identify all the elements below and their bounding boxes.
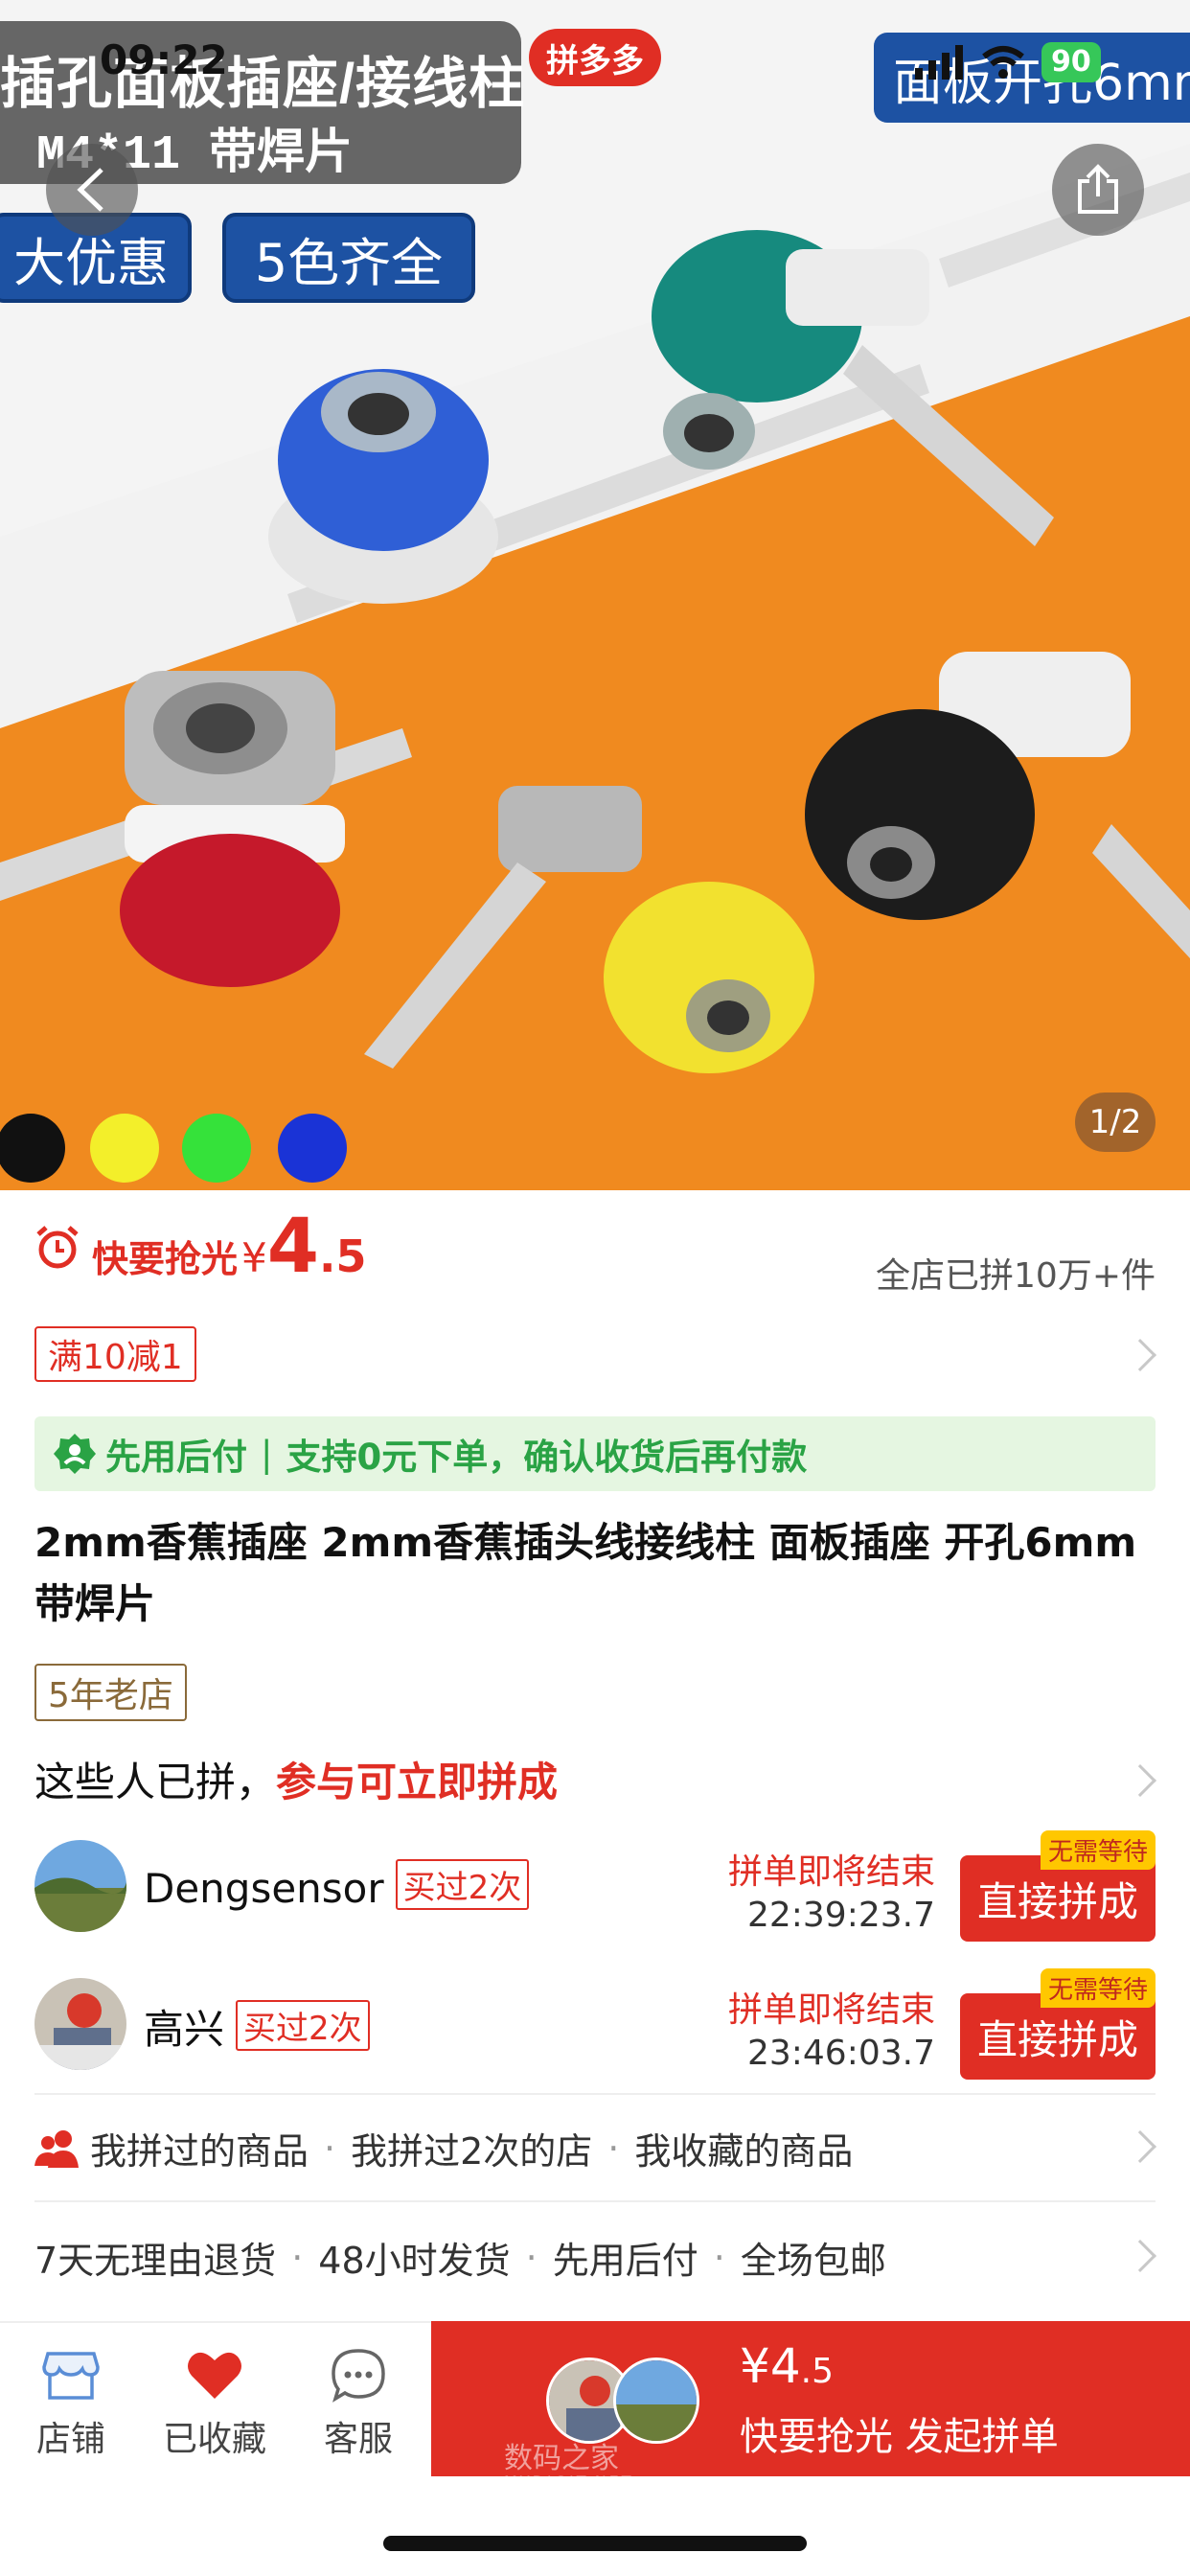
alarm-clock-icon [36,1226,79,1269]
link-my-favorites[interactable]: 我收藏的商品 [634,2122,853,2174]
status-icons: 90 [915,42,1101,82]
cta-currency: ¥ [740,2338,770,2394]
store-icon [42,2352,100,2400]
color-swatch-green [182,1114,251,1183]
tab-store-label: 店铺 [35,2420,105,2459]
group-heading[interactable]: 这些人已拼，参与可立即拼成 [34,1750,558,1808]
pay-later-badge-icon [54,1434,96,1474]
chevron-left-icon [77,168,103,212]
group-countdown: 22:39:23.7 [746,1896,935,1935]
cta-price-decimal: .5 [800,2352,834,2391]
group-heading-text: 这些人已拼， [34,1759,277,1806]
cta-price-integer: 4 [769,2338,801,2394]
link-my-grouped-items[interactable]: 我拼过的商品 [90,2122,309,2174]
group-heading-highlight: 参与可立即拼成 [276,1759,559,1806]
group-user-name: 高兴 买过2次 [144,1997,370,2056]
no-wait-badge: 无需等待 [1040,1830,1156,1870]
tab-service[interactable]: 客服 [291,2344,425,2461]
history-links-row[interactable]: 我拼过的商品 · 我拼过2次的店 · 我收藏的商品 [34,2122,853,2174]
pay-later-title: 先用后付 [105,1437,247,1478]
price-integer: 4 [266,1204,320,1290]
tab-favorited-label: 已收藏 [162,2420,266,2459]
watermark: 数码之家 MYDIGIT.NET [504,2442,634,2491]
group-entry: Dengsensor 买过2次 拼单即将结束 22:39:23.7 直接拼成 无需… [34,1830,1156,1942]
tab-favorited[interactable]: 已收藏 [148,2344,282,2461]
product-title: 2mm香蕉插座 2mm香蕉插头线接线柱 面板插座 开孔6mm带焊片 [34,1519,1137,1627]
price-label: 快要抢光 [92,1238,239,1280]
ad-pill-colors: 5色齐全 [222,213,475,303]
service-pay-later: 先用后付 [552,2240,698,2282]
tab-service-label: 客服 [323,2420,393,2459]
coupon-tag[interactable]: 满10减1 [34,1326,196,1382]
service-shipping: 48小时发货 [318,2240,511,2282]
price-decimal: .5 [319,1230,367,1282]
home-indicator [383,2536,807,2551]
no-wait-badge: 无需等待 [1040,1968,1156,2008]
price-row: 快要抢光 ¥ 4 .5 [34,1209,367,1286]
avatar [613,2358,699,2444]
cta-label: 快要抢光 发起拼单 [740,2415,1059,2459]
color-swatch-yellow [90,1114,159,1183]
group-user-name: Dengsensor 买过2次 [144,1859,530,1912]
divider [34,2093,1156,2095]
group-countdown: 23:46:03.7 [746,2034,935,2073]
bought-times-tag: 买过2次 [236,2000,370,2051]
back-button[interactable] [46,144,138,236]
chat-icon [332,2349,385,2403]
service-row[interactable]: 7天无理由退货 · 48小时发货 · 先用后付 · 全场包邮 [34,2231,886,2284]
pay-later-separator: | [261,1433,273,1475]
chevron-right-icon[interactable] [1124,1339,1156,1371]
platform-badge: 拼多多 [529,29,661,86]
tab-store[interactable]: 店铺 [4,2344,138,2461]
avatar [34,1978,126,2070]
group-entry: 高兴 买过2次 拼单即将结束 23:46:03.7 直接拼成 无需等待 [34,1968,1156,2080]
wifi-icon [982,46,1024,79]
link-grouped-twice-shops[interactable]: 我拼过2次的店 [351,2122,592,2174]
chevron-right-icon[interactable] [1124,2240,1156,2272]
share-button[interactable] [1052,144,1144,236]
product-image-carousel[interactable]: 插孔面板插座/接线柱 M4*11 带焊片 拼多多 面板开孔6mm 大优惠 5色齐… [0,0,1190,1190]
cta-price: ¥4.5 [740,2338,834,2394]
store-age-tag: 5年老店 [34,1664,187,1721]
battery-indicator: 90 [1041,42,1101,82]
divider [34,2200,1156,2202]
share-icon [1078,164,1118,214]
color-swatch-blue [278,1114,347,1183]
pay-later-desc: 支持0元下单，确认收货后再付款 [286,1437,808,1478]
chevron-right-icon[interactable] [1124,2130,1156,2163]
service-free-shipping: 全场包邮 [740,2240,886,2282]
group-ending-label: 拼单即将结束 [727,1852,935,1892]
service-return: 7天无理由退货 [34,2240,277,2282]
chevron-right-icon[interactable] [1124,1764,1156,1797]
image-pager: 1/2 [1075,1092,1156,1152]
heart-icon [188,2352,241,2399]
price-currency: ¥ [241,1234,267,1281]
status-time: 09:22 [100,36,228,83]
bought-times-tag: 买过2次 [395,1859,530,1910]
signal-icon [915,45,963,80]
group-ending-label: 拼单即将结束 [727,1990,935,2030]
ad-title-line1: 插孔面板插座/接线柱 [0,53,526,115]
pay-later-banner[interactable]: 先用后付 | 支持0元下单，确认收货后再付款 [34,1416,1156,1491]
avatar [34,1840,126,1932]
sold-count: 全店已拼10万+件 [876,1256,1156,1296]
users-icon [34,2129,79,2168]
